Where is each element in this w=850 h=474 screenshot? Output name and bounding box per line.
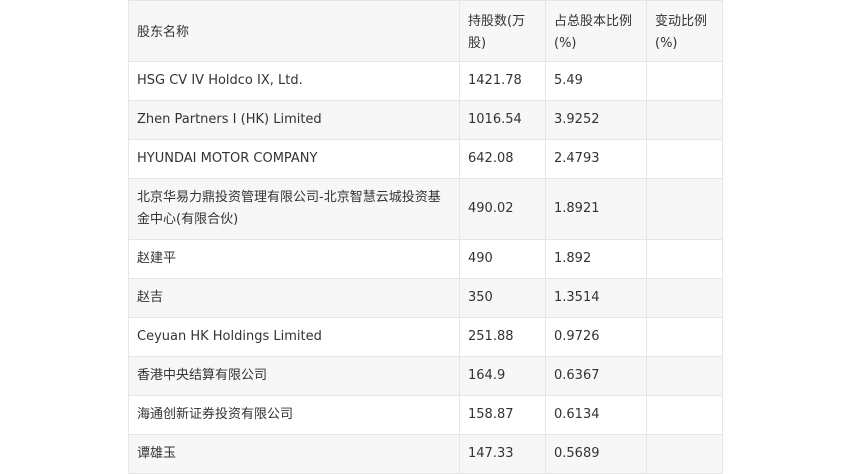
table-row: 香港中央结算有限公司 164.9 0.6367 <box>128 356 723 396</box>
cell-shares-held: 350 <box>459 278 546 318</box>
cell-change-ratio <box>646 395 723 435</box>
cell-change-ratio <box>646 356 723 396</box>
cell-shareholder-name: 谭雄玉 <box>128 434 460 474</box>
table-row: 谭雄玉 147.33 0.5689 <box>128 434 723 474</box>
cell-shares-held: 642.08 <box>459 139 546 179</box>
cell-shareholder-name: 赵建平 <box>128 239 460 279</box>
cell-share-ratio: 2.4793 <box>545 139 647 179</box>
cell-shares-held: 1016.54 <box>459 100 546 140</box>
header-change-ratio: 变动比例(%) <box>646 0 723 62</box>
table-row: 赵吉 350 1.3514 <box>128 278 723 318</box>
cell-shares-held: 147.33 <box>459 434 546 474</box>
header-shareholder-name: 股东名称 <box>128 0 460 62</box>
cell-share-ratio: 0.6367 <box>545 356 647 396</box>
header-share-ratio: 占总股本比例(%) <box>545 0 647 62</box>
table-row: Ceyuan HK Holdings Limited 251.88 0.9726 <box>128 317 723 357</box>
table-row: 海通创新证券投资有限公司 158.87 0.6134 <box>128 395 723 435</box>
cell-shares-held: 164.9 <box>459 356 546 396</box>
cell-shareholder-name: HSG CV IV Holdco IX, Ltd. <box>128 61 460 101</box>
cell-shareholder-name: Zhen Partners I (HK) Limited <box>128 100 460 140</box>
cell-share-ratio: 0.6134 <box>545 395 647 435</box>
cell-shareholder-name: 海通创新证券投资有限公司 <box>128 395 460 435</box>
cell-shareholder-name: HYUNDAI MOTOR COMPANY <box>128 139 460 179</box>
cell-shares-held: 251.88 <box>459 317 546 357</box>
cell-shares-held: 490 <box>459 239 546 279</box>
shareholder-table-container: 股东名称 持股数(万股) 占总股本比例(%) 变动比例(%) HSG CV IV… <box>128 0 723 474</box>
cell-share-ratio: 1.892 <box>545 239 647 279</box>
cell-shareholder-name: 香港中央结算有限公司 <box>128 356 460 396</box>
cell-change-ratio <box>646 178 723 240</box>
table-header-row: 股东名称 持股数(万股) 占总股本比例(%) 变动比例(%) <box>128 0 723 62</box>
cell-change-ratio <box>646 61 723 101</box>
cell-change-ratio <box>646 100 723 140</box>
cell-change-ratio <box>646 139 723 179</box>
cell-share-ratio: 1.3514 <box>545 278 647 318</box>
cell-shareholder-name: 赵吉 <box>128 278 460 318</box>
table-row: 赵建平 490 1.892 <box>128 239 723 279</box>
cell-shares-held: 158.87 <box>459 395 546 435</box>
table-row: HSG CV IV Holdco IX, Ltd. 1421.78 5.49 <box>128 61 723 101</box>
cell-share-ratio: 0.9726 <box>545 317 647 357</box>
cell-shares-held: 1421.78 <box>459 61 546 101</box>
cell-share-ratio: 5.49 <box>545 61 647 101</box>
cell-share-ratio: 1.8921 <box>545 178 647 240</box>
cell-share-ratio: 0.5689 <box>545 434 647 474</box>
table-row: HYUNDAI MOTOR COMPANY 642.08 2.4793 <box>128 139 723 179</box>
cell-change-ratio <box>646 239 723 279</box>
cell-shareholder-name: 北京华易力鼎投资管理有限公司-北京智慧云城投资基金中心(有限合伙) <box>128 178 460 240</box>
cell-share-ratio: 3.9252 <box>545 100 647 140</box>
header-shares-held: 持股数(万股) <box>459 0 546 62</box>
table-row: 北京华易力鼎投资管理有限公司-北京智慧云城投资基金中心(有限合伙) 490.02… <box>128 178 723 240</box>
shareholder-table: 股东名称 持股数(万股) 占总股本比例(%) 变动比例(%) HSG CV IV… <box>128 0 723 474</box>
table-row: Zhen Partners I (HK) Limited 1016.54 3.9… <box>128 100 723 140</box>
cell-shareholder-name: Ceyuan HK Holdings Limited <box>128 317 460 357</box>
cell-shares-held: 490.02 <box>459 178 546 240</box>
cell-change-ratio <box>646 317 723 357</box>
cell-change-ratio <box>646 434 723 474</box>
cell-change-ratio <box>646 278 723 318</box>
